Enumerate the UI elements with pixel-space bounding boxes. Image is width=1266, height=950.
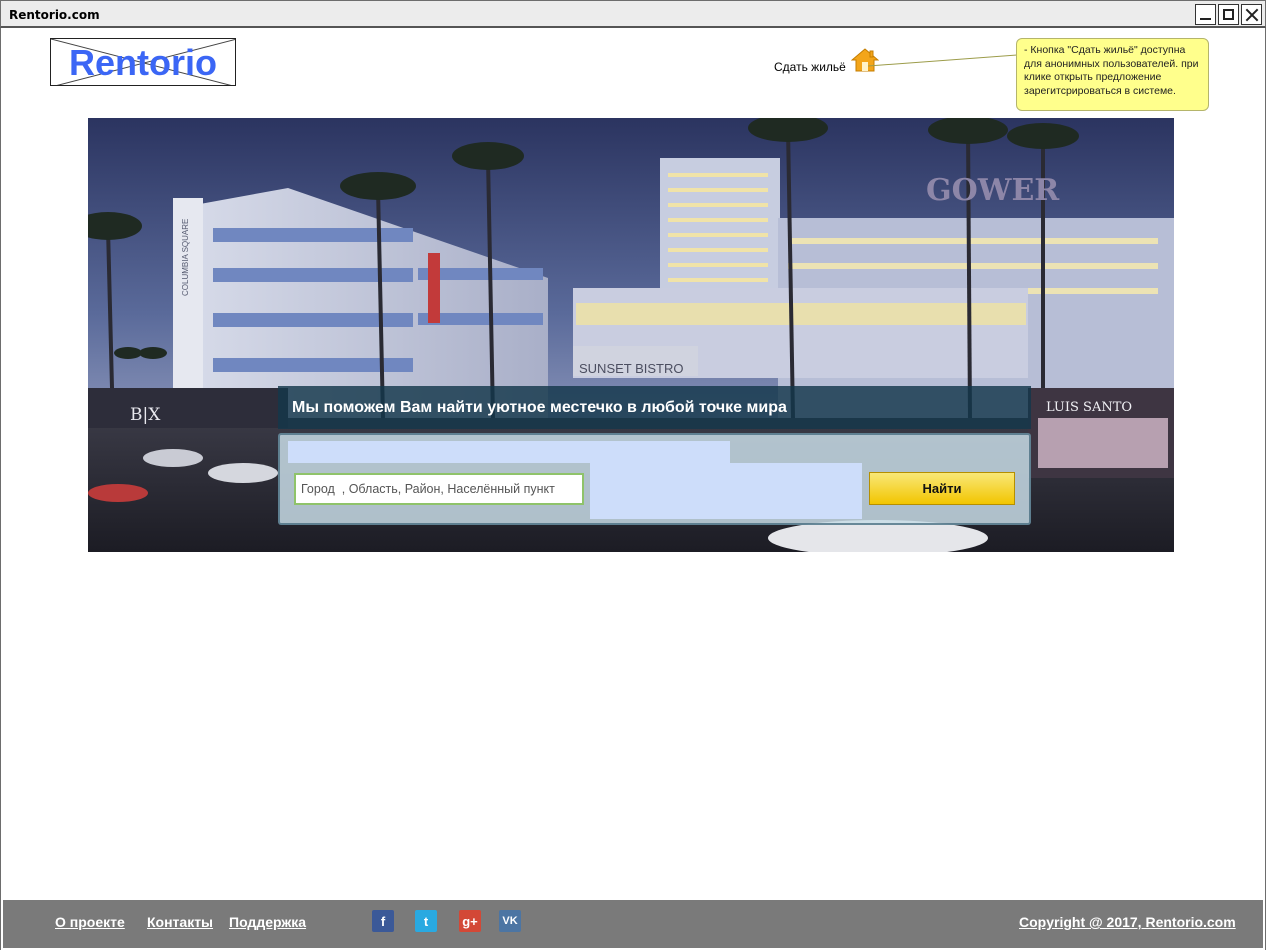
annotation-note: - Кнопка "Сдать жильё" доступна для анон… xyxy=(1016,38,1209,111)
vk-icon[interactable]: VK xyxy=(499,910,521,932)
sign-columbia-square: COLUMBIA SQUARE xyxy=(181,219,190,296)
search-panel: Мы поможем Вам найти уютное местечко в л… xyxy=(278,386,1031,528)
search-header: Мы поможем Вам найти уютное местечко в л… xyxy=(278,386,1031,429)
footer-link-contacts[interactable]: Контакты xyxy=(147,914,213,930)
footer-link-support[interactable]: Поддержка xyxy=(229,914,306,930)
sign-gower: GOWER xyxy=(926,173,1060,208)
search-highlight-band-2 xyxy=(590,463,862,519)
sign-sunset-bistro: SUNSET BISTRO xyxy=(579,361,684,376)
twitter-icon[interactable]: t xyxy=(415,910,437,932)
search-title: Мы поможем Вам найти уютное местечко в л… xyxy=(292,399,787,416)
google-plus-icon[interactable]: g+ xyxy=(459,910,481,932)
facebook-icon[interactable]: f xyxy=(372,910,394,932)
search-body: Найти xyxy=(278,433,1031,525)
sign-bx: B|X xyxy=(130,405,161,425)
footer-link-about[interactable]: О проекте xyxy=(55,914,125,930)
search-highlight-band xyxy=(288,441,730,463)
hero-image: GOWER SUNSET BISTRO LUIS SANTO B|X COLUM… xyxy=(88,118,1174,552)
search-button[interactable]: Найти xyxy=(869,472,1015,505)
footer: О проекте Контакты Поддержка f t g+ VK C… xyxy=(3,900,1263,948)
location-search-input[interactable] xyxy=(294,473,584,505)
footer-copyright[interactable]: Copyright @ 2017, Rentorio.com xyxy=(1019,914,1236,930)
sign-luis-santo: LUIS SANTO xyxy=(1046,400,1132,415)
